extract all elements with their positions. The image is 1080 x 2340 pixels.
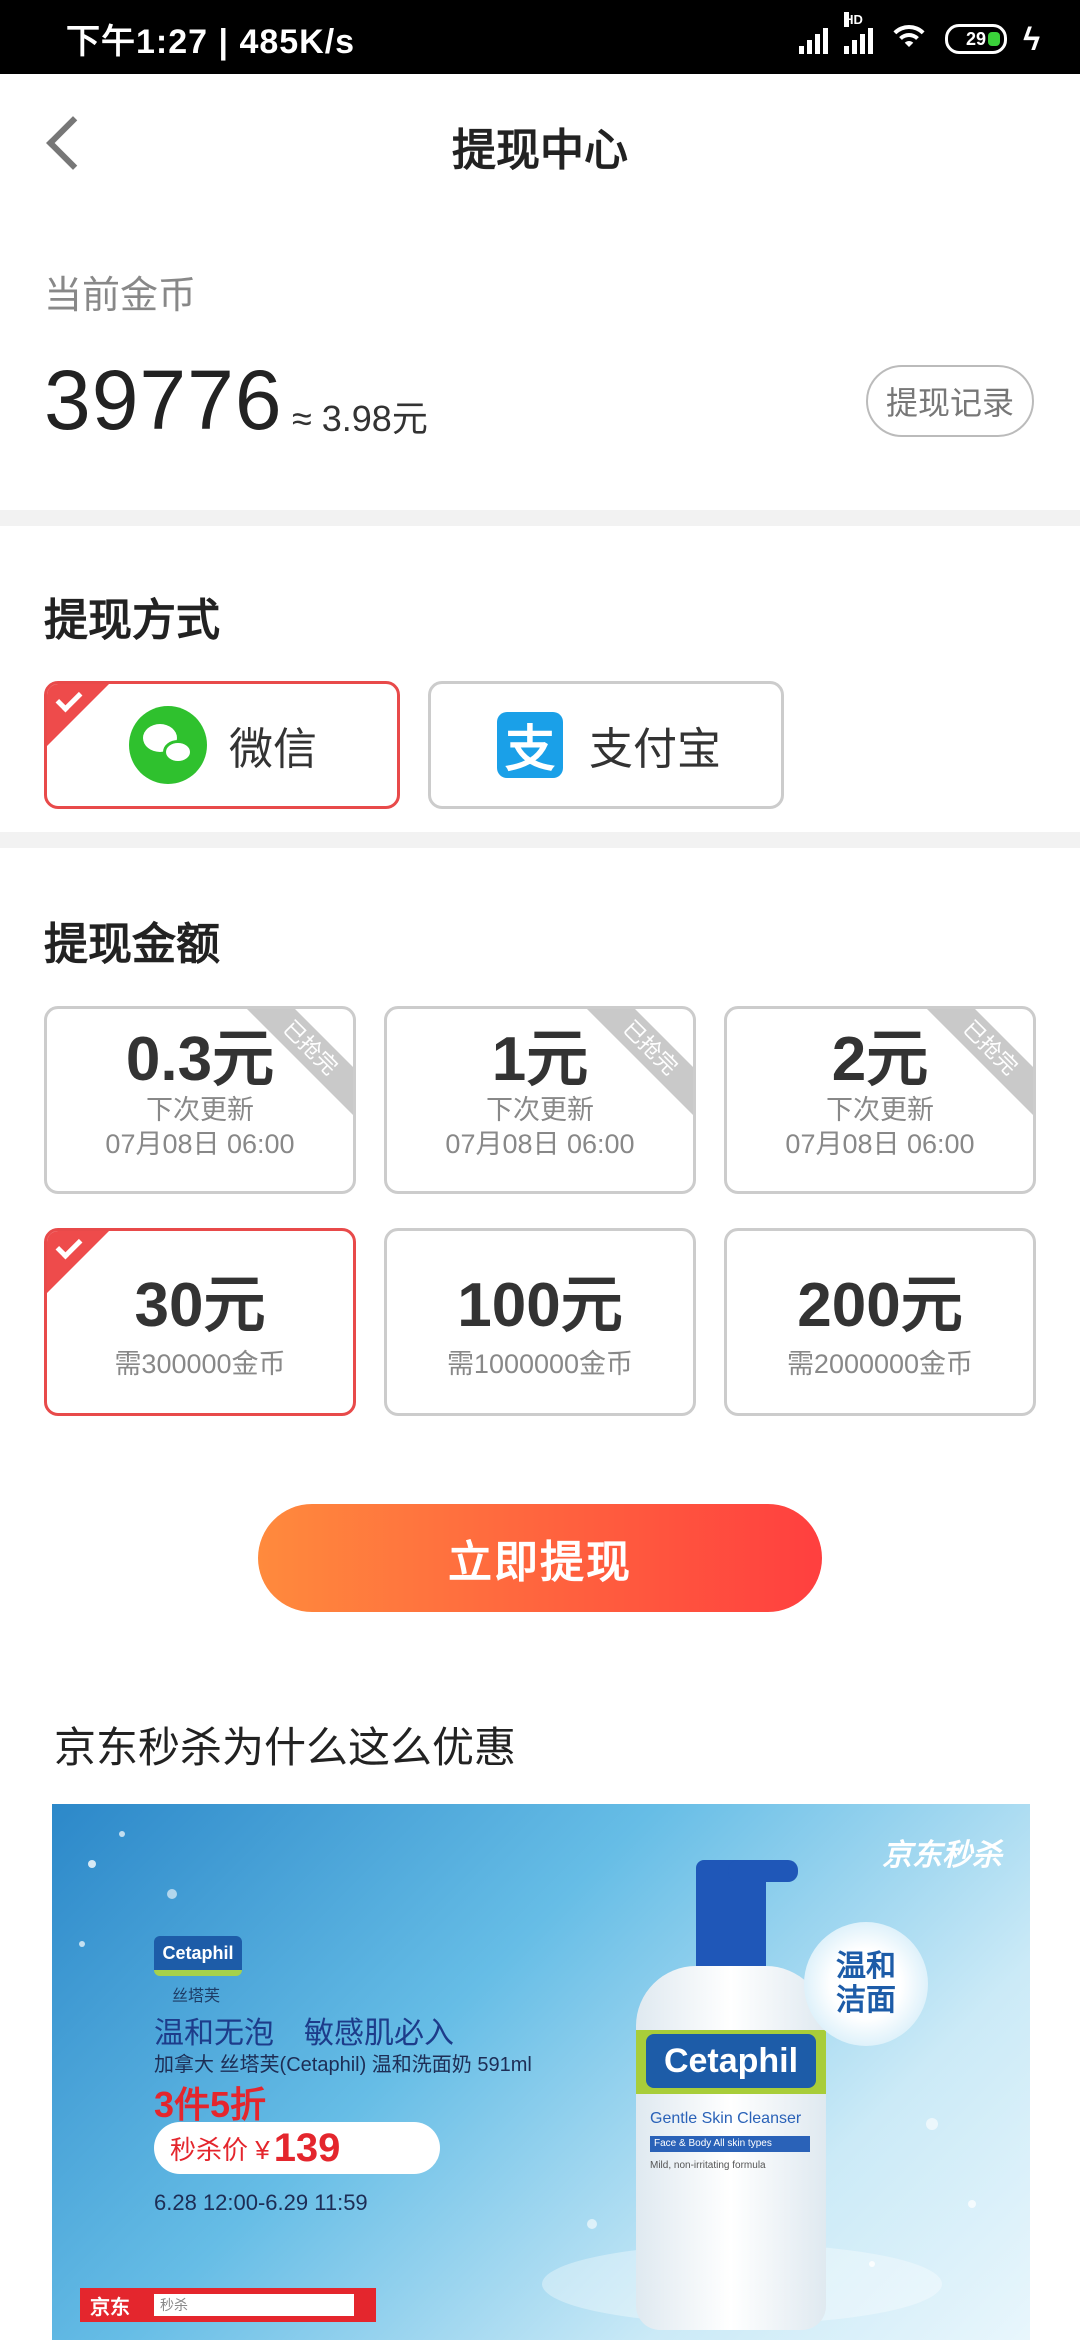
amount-value: 200元	[797, 1271, 963, 1340]
balance-panel: 当前金币 39776 ≈ 3.98元 提现记录	[0, 210, 1080, 510]
ad-banner[interactable]: 京东秒杀 Cetaphil 丝塔芙 温和无泡 敏感肌必入 加拿大 丝塔芙(Cet…	[52, 1804, 1030, 2340]
amount-next-update-label: 下次更新	[146, 1095, 254, 1125]
ad-product-name: 加拿大 丝塔芙(Cetaphil) 温和洗面奶 591ml	[154, 2054, 532, 2076]
alipay-icon: 支	[497, 712, 563, 778]
amount-requirement: 需300000金币	[114, 1349, 286, 1379]
method-alipay[interactable]: 支 支付宝	[428, 681, 784, 809]
coin-yuan-equivalent: ≈ 3.98元	[292, 398, 428, 439]
selected-check-icon	[47, 684, 109, 746]
header: 提现中心	[0, 74, 1080, 210]
battery-level: 29	[966, 28, 987, 49]
bottle-tag: Face & Body All skin types	[650, 2136, 810, 2152]
gentle-cleanse-badge: 温和 洁面	[804, 1922, 928, 2046]
hd-label: HD	[844, 12, 863, 27]
ad-price-value: 139	[273, 2125, 341, 2170]
selected-check-icon	[47, 1231, 109, 1293]
ad-headline: 温和无泡 敏感肌必入	[154, 2017, 454, 2050]
amount-option-100[interactable]: 100元 需1000000金币	[384, 1228, 696, 1416]
badge-line-2: 洁面	[836, 1984, 896, 2017]
coin-label: 当前金币	[44, 275, 197, 317]
bottle-subtitle: Gentle Skin Cleanser	[650, 2110, 802, 2127]
amount-next-update-time: 07月08日 06:00	[785, 1129, 975, 1159]
wechat-icon	[129, 706, 207, 784]
jd-search-bar: 京东 秒杀	[80, 2288, 376, 2322]
ad-title: 京东秒杀为什么这么优惠	[54, 1724, 517, 1771]
withdraw-now-button[interactable]: 立即提现	[258, 1504, 822, 1612]
ad-promo: 3件5折	[154, 2084, 267, 2125]
charging-icon: ϟ	[1023, 20, 1040, 57]
page-title: 提现中心	[452, 126, 628, 175]
amount-next-update-label: 下次更新	[486, 1095, 594, 1125]
cetaphil-cn-label: 丝塔芙	[172, 1988, 221, 2005]
bottle-small-text: Mild, non-irritating formula	[650, 2160, 766, 2171]
coin-balance: 39776	[44, 353, 283, 447]
method-label: 微信	[229, 725, 317, 774]
badge-line-1: 温和	[836, 1950, 896, 1983]
amount-value: 100元	[457, 1271, 623, 1340]
withdraw-record-button[interactable]: 提现记录	[866, 365, 1034, 437]
jd-seckill-logo: 京东秒杀	[882, 1839, 1002, 1872]
status-icons: HD 29 ϟ	[799, 12, 1040, 57]
hd-signal-icon: HD	[844, 12, 874, 54]
amount-next-update-time: 07月08日 06:00	[445, 1129, 635, 1159]
amount-option-1[interactable]: 已抢完 1元 下次更新 07月08日 06:00	[384, 1006, 696, 1194]
product-bottle-image: Cetaphil Gentle Skin Cleanser Face & Bod…	[636, 1860, 826, 2330]
bottle-brand: Cetaphil	[646, 2034, 816, 2088]
amount-option-2[interactable]: 已抢完 2元 下次更新 07月08日 06:00	[724, 1006, 1036, 1194]
amount-requirement: 需2000000金币	[786, 1349, 974, 1379]
amount-next-update-time: 07月08日 06:00	[105, 1129, 295, 1159]
jd-search-field: 秒杀	[154, 2294, 354, 2316]
ad-date-range: 6.28 12:00-6.29 11:59	[154, 2190, 368, 2215]
amount-option-0-3[interactable]: 已抢完 0.3元 下次更新 07月08日 06:00	[44, 1006, 356, 1194]
ad-price-label: 秒杀价 ¥	[170, 2134, 270, 2165]
status-bar: 下午1:27 | 485K/s HD 29 ϟ	[0, 0, 1080, 74]
amount-section-title: 提现金额	[44, 920, 220, 969]
method-section-title: 提现方式	[44, 596, 220, 645]
method-wechat[interactable]: 微信	[44, 681, 400, 809]
amount-next-update-label: 下次更新	[826, 1095, 934, 1125]
battery-icon: 29	[945, 24, 1008, 54]
wifi-icon	[889, 23, 930, 55]
cetaphil-logo: Cetaphil	[154, 1936, 242, 1976]
status-time: 下午1:27 | 485K/s	[66, 23, 356, 61]
jd-logo: 京东	[90, 2296, 130, 2319]
amount-option-200[interactable]: 200元 需2000000金币	[724, 1228, 1036, 1416]
section-divider	[0, 832, 1080, 848]
ad-price: 秒杀价 ¥ 139	[154, 2122, 440, 2174]
section-divider	[0, 510, 1080, 526]
signal-icon	[799, 24, 829, 54]
method-label: 支付宝	[589, 725, 721, 774]
amount-option-30[interactable]: 30元 需300000金币	[44, 1228, 356, 1416]
amount-requirement: 需1000000金币	[446, 1349, 634, 1379]
